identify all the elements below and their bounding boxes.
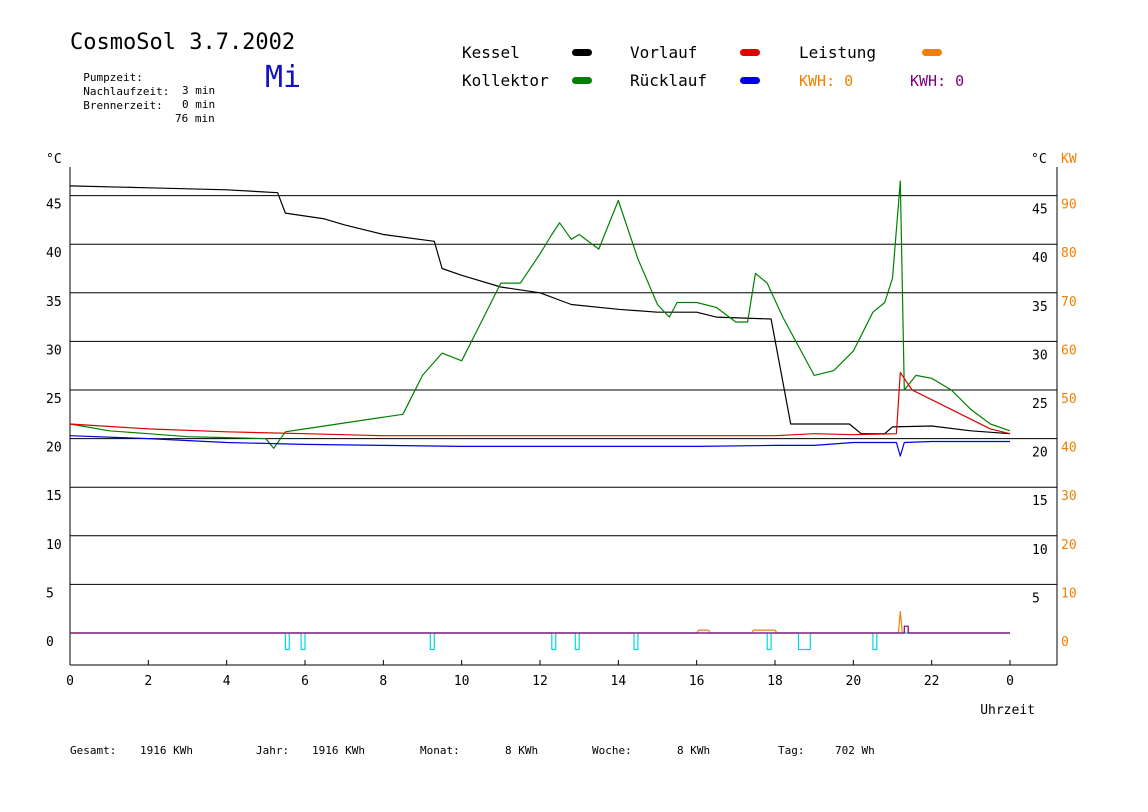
footer-label: Monat: (420, 744, 460, 757)
x-tick-label: 10 (454, 674, 470, 689)
x-tick-label: 12 (532, 674, 548, 689)
footer-value: 8 KWh (677, 744, 711, 757)
footer-monat: Monat: 8 KWh (420, 744, 538, 757)
x-tick-label: 0 (1006, 674, 1014, 689)
y-tick-label-left: 40 (46, 246, 62, 261)
y-tick-label-right: 15 (1032, 494, 1048, 509)
footer-label: Tag: (778, 744, 805, 757)
y-tick-label-kw: 10 (1061, 586, 1077, 601)
footer-label: Gesamt: (70, 744, 117, 757)
x-tick-label: 14 (611, 674, 627, 689)
y-axis-unit-left: °C (46, 152, 62, 167)
x-axis-label: Uhrzeit (980, 703, 1035, 718)
footer-jahr: Jahr: 1916 KWh (256, 744, 365, 757)
x-tick-label: 0 (66, 674, 74, 689)
y-tick-label-left: 35 (46, 295, 62, 310)
x-tick-label: 6 (301, 674, 309, 689)
y-tick-label-kw: 20 (1061, 538, 1077, 553)
footer-tag: Tag: 702 Wh (778, 744, 875, 757)
y-tick-label-right: 40 (1032, 251, 1048, 266)
y-axis-unit-right: °C (1031, 152, 1047, 167)
x-tick-label: 4 (223, 674, 231, 689)
y-tick-label-left: 20 (46, 441, 62, 456)
y-tick-label-kw: 30 (1061, 489, 1077, 504)
y-tick-label-left: 0 (46, 635, 54, 650)
footer-gesamt: Gesamt: 1916 KWh (70, 744, 193, 757)
y-tick-label-kw: 0 (1061, 635, 1069, 650)
footer-value: 702 Wh (835, 744, 875, 757)
series-line-kessel (69, 185, 1011, 435)
y-tick-label-kw: 60 (1061, 343, 1077, 358)
x-tick-label: 22 (924, 674, 940, 689)
y-tick-label-left: 15 (46, 489, 62, 504)
series-line-pumpe (70, 632, 1010, 651)
y-tick-label-left: 5 (46, 586, 54, 601)
x-tick-label: 20 (846, 674, 862, 689)
footer-woche: Woche: 8 KWh (592, 744, 710, 757)
y-tick-label-right: 30 (1032, 348, 1048, 363)
series-line-vorlauf (69, 371, 1011, 437)
y-tick-label-left: 45 (46, 198, 62, 213)
footer-label: Woche: (592, 744, 632, 757)
y-tick-label-kw: 70 (1061, 295, 1077, 310)
y-axis-unit-kw: KW (1061, 152, 1077, 167)
y-tick-label-right: 35 (1032, 300, 1048, 315)
series-line-leistung (70, 610, 1010, 634)
y-tick-label-kw: 40 (1061, 441, 1077, 456)
y-tick-label-left: 25 (46, 392, 62, 407)
x-tick-label: 2 (144, 674, 152, 689)
footer-value: 1916 KWh (312, 744, 365, 757)
y-tick-label-kw: 80 (1061, 246, 1077, 261)
y-tick-label-left: 10 (46, 538, 62, 553)
y-tick-label-left: 30 (46, 343, 62, 358)
x-tick-label: 16 (689, 674, 705, 689)
series-line-brenner (70, 625, 1010, 634)
chart-plot: 0510152025303540455101520253035404501020… (46, 152, 1077, 718)
y-tick-label-kw: 50 (1061, 392, 1077, 407)
y-tick-label-right: 20 (1032, 446, 1048, 461)
series-line-kollektor (69, 180, 1011, 449)
y-tick-label-right: 25 (1032, 397, 1048, 412)
y-tick-label-right: 5 (1032, 591, 1040, 606)
y-tick-label-kw: 90 (1061, 198, 1077, 213)
y-tick-label-right: 45 (1032, 203, 1048, 218)
y-tick-label-right: 10 (1032, 543, 1048, 558)
footer-label: Jahr: (256, 744, 290, 757)
footer-value: 8 KWh (505, 744, 539, 757)
x-tick-label: 8 (379, 674, 387, 689)
x-tick-label: 18 (767, 674, 783, 689)
footer-value: 1916 KWh (140, 744, 193, 757)
